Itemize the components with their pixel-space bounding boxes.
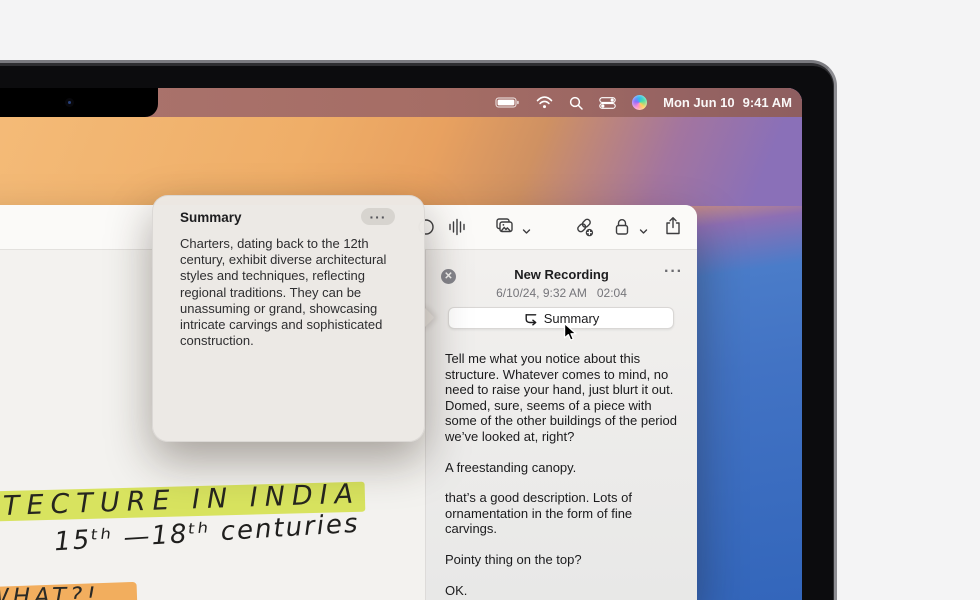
transcript-text: Tell me what you notice about this struc… <box>445 351 682 600</box>
popover-title: Summary <box>180 210 242 225</box>
menu-bar-time: 9:41 AM <box>743 95 792 110</box>
recording-panel: ✕ New Recording ··· 6/10/24, 9:32 AM 02:… <box>425 250 697 600</box>
more-options-icon[interactable]: ··· <box>361 208 395 225</box>
photos-media-icon[interactable] <box>492 214 516 238</box>
recording-duration: 02:04 <box>597 286 627 300</box>
spotlight-search-icon[interactable] <box>569 96 583 110</box>
wifi-icon[interactable] <box>536 96 553 109</box>
transcript-paragraph: Pointy thing on the top? <box>445 552 682 568</box>
transcript-paragraph: OK. <box>445 583 682 599</box>
recording-title: New Recording <box>426 267 697 282</box>
display-notch <box>0 88 158 117</box>
recording-meta: 6/10/24, 9:32 AM 02:04 <box>426 286 697 300</box>
chevron-down-icon[interactable] <box>514 219 538 243</box>
menu-bar-date: Mon Jun 10 <box>663 95 735 110</box>
summary-text: Charters, dating back to the 12th centur… <box>180 236 400 349</box>
summary-popover: Summary ··· Charters, dating back to the… <box>152 195 425 442</box>
recording-date: 6/10/24, 9:32 AM <box>496 286 587 300</box>
siri-icon[interactable] <box>632 95 647 110</box>
battery-icon[interactable] <box>495 96 520 109</box>
macbook-screen: Mon Jun 10 9:41 AM <box>0 88 802 600</box>
transcript-paragraph: that’s a good description. Lots of ornam… <box>445 490 682 537</box>
audio-waveform-icon[interactable] <box>445 215 469 239</box>
share-icon[interactable] <box>661 214 685 238</box>
control-center-icon[interactable] <box>599 97 616 109</box>
transcript-paragraph: Tell me what you notice about this struc… <box>445 351 682 445</box>
facetime-camera <box>65 98 74 107</box>
transcript-paragraph: A freestanding canopy. <box>445 460 682 476</box>
chevron-down-icon[interactable] <box>631 219 655 243</box>
summarize-icon <box>523 311 538 326</box>
menu-bar-clock[interactable]: Mon Jun 10 9:41 AM <box>663 95 792 110</box>
more-options-icon[interactable]: ··· <box>664 263 683 281</box>
note-bottom-fragment: WHAT?! <box>0 583 100 600</box>
mouse-cursor-icon <box>561 322 579 343</box>
add-link-icon[interactable] <box>572 215 596 239</box>
